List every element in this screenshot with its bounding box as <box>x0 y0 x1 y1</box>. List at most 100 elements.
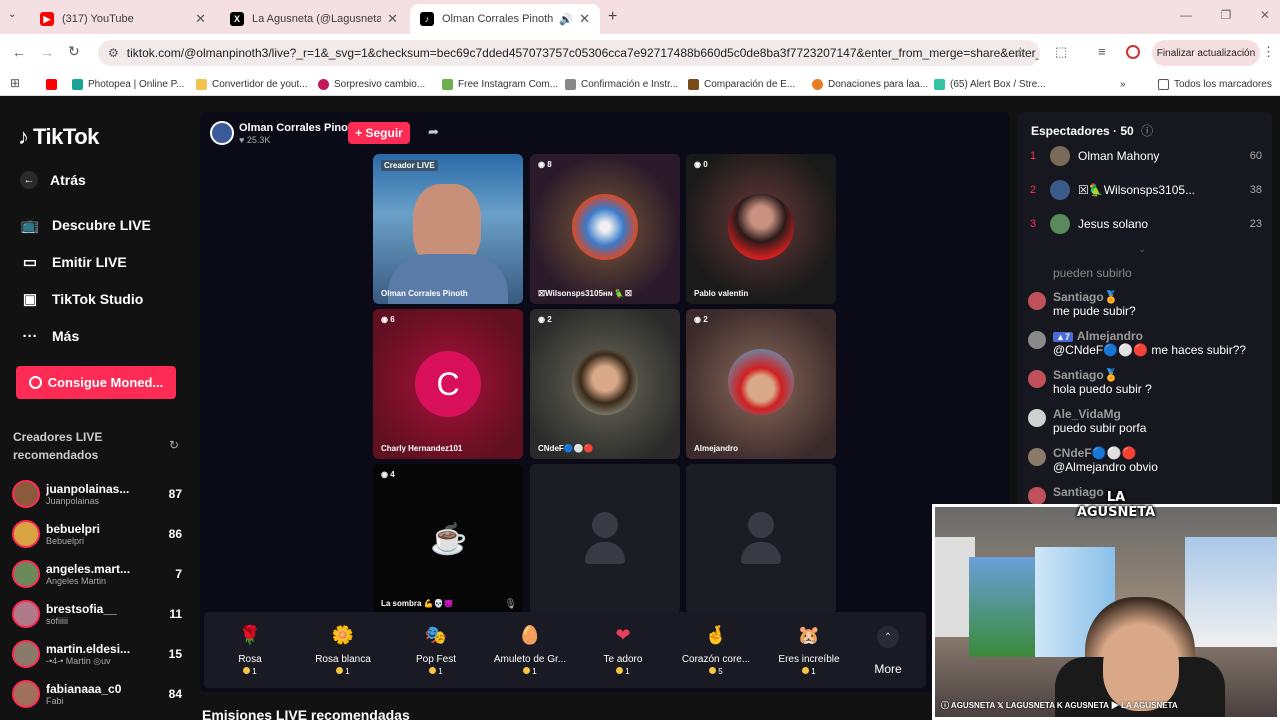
star-icon[interactable]: ☆ <box>1014 44 1027 61</box>
gift-item[interactable]: 🎭 Pop Fest 1 <box>396 620 476 682</box>
refresh-icon[interactable]: ↻ <box>169 438 179 452</box>
bookmark-item[interactable]: Sorpresivo cambio... <box>318 76 425 92</box>
tab-tiktok[interactable]: ♪ Olman Corrales Pinoth (@ol 🔊 ✕ <box>410 4 600 34</box>
chat-user[interactable]: CNdeF🔵⚪🔴 <box>1053 446 1158 460</box>
tile-name: Olman Corrales Pinoth <box>381 289 468 298</box>
bookmark-item[interactable]: Photopea | Online P... <box>72 76 184 92</box>
forward-icon[interactable]: → <box>40 44 54 60</box>
expand-chevron-icon[interactable]: ⌄ <box>1138 244 1146 255</box>
tile-name: Pablo valentin <box>694 289 749 298</box>
tiktok-logo[interactable]: ♪ TikTok <box>18 124 99 150</box>
viewer-row[interactable]: 2 ☒🦜Wilsonsps3105... 38 <box>1030 176 1262 204</box>
video-tile[interactable]: ☕ ◉ 4 La sombra 💪💀😈 🎙 <box>373 464 523 614</box>
gift-price: 1 <box>243 667 257 676</box>
chat-user[interactable]: Santiago🏅 <box>1053 290 1136 304</box>
gift-name: Rosa blanca <box>315 654 371 665</box>
all-bookmarks[interactable]: Todos los marcadores <box>1158 76 1272 92</box>
gift-item[interactable]: 🤞 Corazón core... 5 <box>676 620 756 682</box>
creator-item[interactable]: fabianaaa_c0 Fabi 84 <box>12 677 182 711</box>
gift-item[interactable]: 🥚 Amuleto de Gr... 1 <box>490 620 570 682</box>
nav-studio[interactable]: ▣ TikTok Studio <box>20 286 143 312</box>
bookmarks-overflow-icon[interactable]: » <box>1120 76 1126 92</box>
creator-item[interactable]: brestsofia__ sofiiiii 11 <box>12 597 182 631</box>
poster-field <box>969 557 1039 657</box>
close-tab-icon[interactable]: ✕ <box>387 11 398 27</box>
host-name[interactable]: Olman Corrales Pinoth <box>239 122 358 134</box>
gift-item[interactable]: 🌹 Rosa 1 <box>210 620 290 682</box>
nav-discover-live[interactable]: 📺 Descubre LIVE <box>20 212 151 238</box>
site-info-icon[interactable]: ⚙ <box>108 46 119 60</box>
gift-item[interactable]: 🌼 Rosa blanca 1 <box>303 620 383 682</box>
host-avatar[interactable] <box>210 121 234 145</box>
bookmark-label: Todos los marcadores <box>1174 78 1272 90</box>
video-tile-host[interactable]: Creador LIVE Olman Corrales Pinoth <box>373 154 523 304</box>
tab-search-button[interactable]: ⌄ <box>8 9 24 25</box>
empty-slot[interactable] <box>686 464 836 614</box>
bookmark-item[interactable]: Donaciones para laa... <box>812 76 928 92</box>
back-icon[interactable]: ← <box>12 44 26 60</box>
creator-subtitle: Fabi <box>46 696 64 706</box>
speaker-icon[interactable]: 🔊 <box>559 13 573 26</box>
chat-user[interactable]: Santiago🏅 <box>1053 368 1152 382</box>
extensions-icon[interactable]: ⬚ <box>1055 44 1067 60</box>
chat-user-line[interactable]: ▲7 Almejandro <box>1053 329 1246 343</box>
update-button[interactable]: Finalizar actualización <box>1152 40 1260 66</box>
bookmark-item[interactable]: Comparación de E... <box>688 76 795 92</box>
viewer-row[interactable]: 3 Jesus solano 23 <box>1030 210 1262 238</box>
bookmark-youtube[interactable] <box>46 76 62 92</box>
profile-icon[interactable] <box>1126 45 1140 59</box>
address-bar[interactable]: ⚙ tiktok.com/@olmanpinoth3/live?_r=1&_sv… <box>98 40 1040 66</box>
camera-icon: ▭ <box>22 254 38 271</box>
nav-back[interactable]: ← Atrás <box>20 167 86 193</box>
apps-icon[interactable]: ⊞ <box>10 76 20 90</box>
avatar <box>12 480 40 508</box>
avatar <box>1028 292 1046 310</box>
message-text: puedo subir porfa <box>1053 421 1147 435</box>
nav-go-live[interactable]: ▭ Emitir LIVE <box>20 249 127 275</box>
x-logo-icon: X <box>230 12 244 26</box>
chat-user[interactable]: Ale_VidaMg <box>1053 407 1146 421</box>
menu-icon[interactable]: ⋮ <box>1262 44 1275 60</box>
video-tile[interactable]: ◉ 2 CNdeF🔵⚪🔴 <box>530 309 680 459</box>
tab-x[interactable]: X La Agusneta (@Lagusneta) / X ✕ <box>220 4 408 34</box>
creator-item[interactable]: angeles.mart... Angeles Martin 7 <box>12 557 182 591</box>
new-tab-button[interactable]: + <box>608 8 617 26</box>
creator-item[interactable]: martin.eldesi... -•4-• Martin ◎uv 15 <box>12 637 182 671</box>
creator-item[interactable]: juanpolainas... Juanpolainas 87 <box>12 477 182 511</box>
video-tile[interactable]: ◉ 2 Almejandro <box>686 309 836 459</box>
maximize-icon[interactable]: ❐ <box>1221 8 1232 22</box>
empty-slot[interactable] <box>530 464 680 614</box>
nav-more[interactable]: ··· Más <box>20 323 80 349</box>
bookmark-item[interactable]: Confirmación e Instr... <box>565 76 678 92</box>
video-tile[interactable]: ◉ 8 ☒Wilsonsps3105ʜɴ 🦜☒ <box>530 154 680 304</box>
bookmark-item[interactable]: Free Instagram Com... <box>442 76 558 92</box>
tab-youtube[interactable]: ▶ (317) YouTube ✕ <box>30 4 216 34</box>
window-controls[interactable]: — ❐ ✕ <box>1180 8 1270 22</box>
viewer-name: ☒🦜Wilsonsps3105... <box>1078 183 1196 197</box>
gift-item[interactable]: ❤ Te adoro 1 <box>583 620 663 682</box>
viewer-row[interactable]: 1 Olman Mahony 60 <box>1030 142 1262 170</box>
gift-item[interactable]: 🐹 Eres increíble 1 <box>769 620 849 682</box>
close-window-icon[interactable]: ✕ <box>1260 8 1270 22</box>
creator-item[interactable]: bebuelpri Bebuelpri 86 <box>12 517 182 551</box>
follow-button[interactable]: + Seguir <box>348 122 410 144</box>
info-icon[interactable]: ⓘ <box>1141 124 1153 138</box>
media-icon[interactable]: ≡ <box>1098 44 1106 59</box>
video-tile[interactable]: C ◉ 6 Charly Hernandez101 <box>373 309 523 459</box>
more-gifts-button[interactable]: ⌃ More <box>866 626 910 678</box>
minimize-icon[interactable]: — <box>1180 8 1192 22</box>
participant-avatar <box>728 194 794 260</box>
close-tab-icon[interactable]: ✕ <box>195 11 206 27</box>
reload-icon[interactable]: ↻ <box>68 43 80 60</box>
bookmark-item[interactable]: Convertidor de yout... <box>196 76 308 92</box>
share-icon[interactable]: ➦ <box>428 124 439 140</box>
gift-price: 1 <box>429 667 443 676</box>
coin-icon <box>336 667 344 674</box>
get-coins-button[interactable]: Consigue Moned... <box>16 366 176 399</box>
gift-price: 5 <box>709 667 723 676</box>
bookmark-item[interactable]: (65) Alert Box / Stre... <box>934 76 1046 92</box>
avatar <box>1028 370 1046 388</box>
video-tile[interactable]: ◉ 0 Pablo valentin <box>686 154 836 304</box>
close-tab-icon[interactable]: ✕ <box>579 11 590 27</box>
coin-icon <box>243 667 251 674</box>
